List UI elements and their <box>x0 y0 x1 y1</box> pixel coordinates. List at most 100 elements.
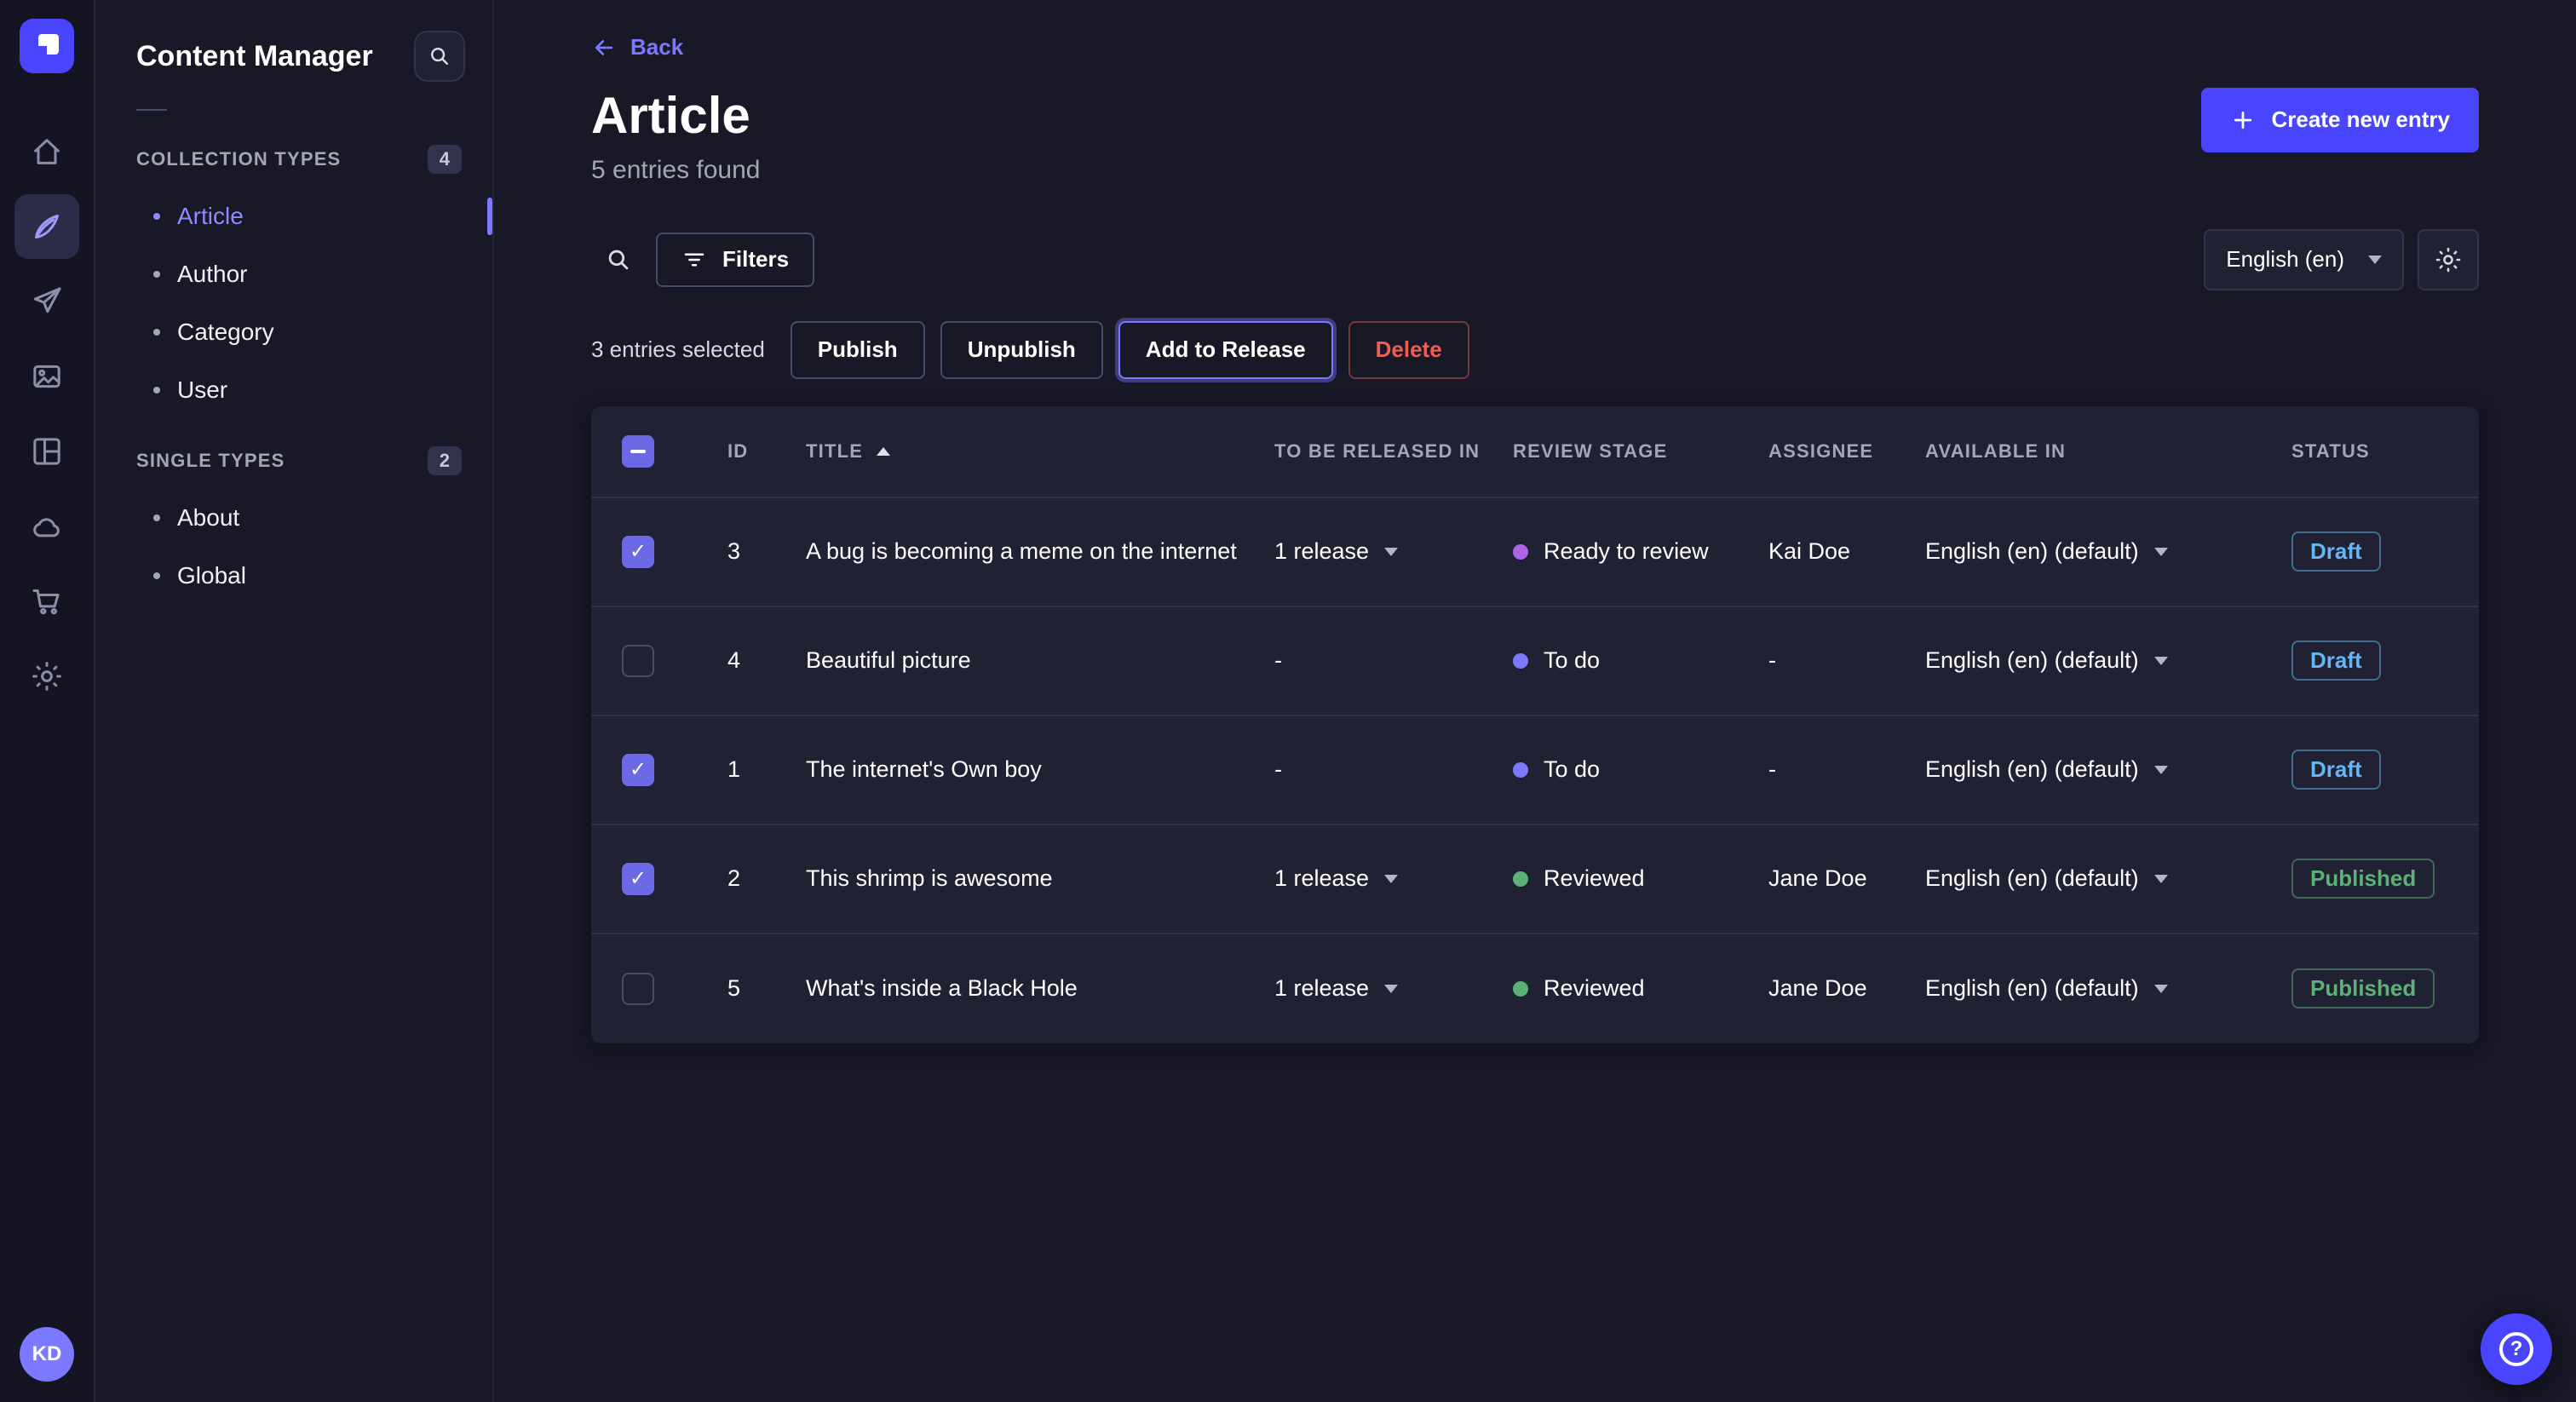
sidebar-item-global[interactable]: Global <box>95 547 492 605</box>
chevron-down-icon <box>2154 875 2168 883</box>
search-button[interactable] <box>591 233 646 287</box>
column-header-available-in[interactable]: AVAILABLE IN <box>1925 440 2291 463</box>
sidebar-item-article[interactable]: Article <box>95 187 492 245</box>
releases-icon[interactable] <box>14 269 79 334</box>
entry-id: 4 <box>727 647 806 674</box>
home-icon[interactable] <box>14 119 79 184</box>
chevron-down-icon <box>1384 548 1398 556</box>
status-badge: Published <box>2291 968 2435 1008</box>
stage-label: Reviewed <box>1544 865 1645 892</box>
select-all-checkbox[interactable] <box>622 435 654 468</box>
selection-count: 3 entries selected <box>591 336 765 363</box>
content-manager-icon[interactable] <box>14 194 79 259</box>
table-row: 3 A bug is becoming a meme on the intern… <box>591 498 2479 607</box>
bullet-icon <box>153 572 160 579</box>
table-row: 1 The internet's Own boy - To do - Engli… <box>591 716 2479 825</box>
add-to-release-button[interactable]: Add to Release <box>1118 321 1333 379</box>
stage-dot <box>1513 981 1528 997</box>
row-checkbox[interactable] <box>622 973 654 1005</box>
filters-button[interactable]: Filters <box>656 233 814 287</box>
row-checkbox[interactable] <box>622 863 654 895</box>
gear-icon <box>2434 245 2463 274</box>
sidebar-item-about[interactable]: About <box>95 489 492 547</box>
sidebar-sections: COLLECTION TYPES 4 Article Author Catego… <box>95 118 492 605</box>
publish-button[interactable]: Publish <box>791 321 925 379</box>
entry-id: 3 <box>727 538 806 565</box>
strapi-logo[interactable] <box>20 19 74 73</box>
locale-dropdown[interactable]: English (en) (default) <box>1925 975 2291 1002</box>
table-row: 5 What's inside a Black Hole 1 release R… <box>591 934 2479 1043</box>
assignee: Jane Doe <box>1768 975 1925 1002</box>
entry-id: 2 <box>727 865 806 892</box>
media-library-icon[interactable] <box>14 344 79 409</box>
back-link[interactable]: Back <box>591 34 683 60</box>
sidebar-item-user[interactable]: User <box>95 361 492 419</box>
sidebar-title: Content Manager <box>136 40 373 73</box>
stage-label: Ready to review <box>1544 538 1709 565</box>
column-header-id[interactable]: ID <box>727 440 806 463</box>
column-header-title[interactable]: TITLE <box>806 440 1274 463</box>
cloud-deploy-icon[interactable] <box>14 494 79 559</box>
bullet-icon <box>153 514 160 521</box>
sidebar-section: COLLECTION TYPES 4 Article Author Catego… <box>95 145 492 419</box>
status-badge: Draft <box>2291 750 2381 790</box>
chevron-down-icon <box>2154 657 2168 665</box>
entry-id: 1 <box>727 756 806 783</box>
marketplace-cart-icon[interactable] <box>14 569 79 634</box>
locale-dropdown[interactable]: English (en) (default) <box>1925 756 2291 783</box>
column-header-review-stage[interactable]: REVIEW STAGE <box>1513 440 1768 463</box>
chevron-down-icon <box>2154 766 2168 774</box>
unpublish-button[interactable]: Unpublish <box>940 321 1103 379</box>
delete-button[interactable]: Delete <box>1348 321 1469 379</box>
entry-title[interactable]: This shrimp is awesome <box>806 865 1274 892</box>
row-checkbox[interactable] <box>622 536 654 568</box>
main-content: Back Article 5 entries found Create new … <box>494 0 2576 1402</box>
row-checkbox[interactable] <box>622 645 654 677</box>
stage-label: To do <box>1544 647 1600 674</box>
stage-label: To do <box>1544 756 1600 783</box>
release-dropdown: - <box>1274 756 1513 783</box>
chevron-down-icon <box>2154 548 2168 556</box>
bullet-icon <box>153 271 160 278</box>
table-body: 3 A bug is becoming a meme on the intern… <box>591 498 2479 1043</box>
chevron-down-icon <box>1384 985 1398 993</box>
assignee: - <box>1768 647 1925 674</box>
column-header-status[interactable]: STATUS <box>2291 440 2469 463</box>
view-settings-button[interactable] <box>2418 229 2479 290</box>
column-header-to-be-released-in[interactable]: TO BE RELEASED IN <box>1274 440 1513 463</box>
release-dropdown[interactable]: 1 release <box>1274 865 1513 892</box>
filter-icon <box>681 247 707 273</box>
bullet-icon <box>153 329 160 336</box>
help-fab-button[interactable]: ? <box>2481 1313 2552 1385</box>
create-new-entry-button[interactable]: Create new entry <box>2201 88 2479 152</box>
stage-dot <box>1513 871 1528 887</box>
settings-gear-icon[interactable] <box>14 644 79 709</box>
status-badge: Draft <box>2291 531 2381 572</box>
release-dropdown[interactable]: 1 release <box>1274 975 1513 1002</box>
release-dropdown[interactable]: 1 release <box>1274 538 1513 565</box>
entry-title[interactable]: Beautiful picture <box>806 647 1274 674</box>
table-row: 4 Beautiful picture - To do - English (e… <box>591 607 2479 716</box>
row-checkbox[interactable] <box>622 754 654 786</box>
user-avatar[interactable]: KD <box>20 1327 74 1382</box>
entry-title[interactable]: The internet's Own boy <box>806 756 1274 783</box>
content-type-builder-icon[interactable] <box>14 419 79 484</box>
entry-title[interactable]: A bug is becoming a meme on the internet <box>806 538 1274 565</box>
entry-title[interactable]: What's inside a Black Hole <box>806 975 1274 1002</box>
stage-dot <box>1513 762 1528 778</box>
locale-dropdown[interactable]: English (en) (default) <box>1925 865 2291 892</box>
chevron-down-icon <box>2154 985 2168 993</box>
bullet-icon <box>153 387 160 394</box>
sidebar-item-category[interactable]: Category <box>95 303 492 361</box>
status-badge: Published <box>2291 859 2435 899</box>
content-manager-sidebar: Content Manager COLLECTION TYPES 4 Artic… <box>95 0 494 1402</box>
nav-rail: KD <box>0 0 95 1402</box>
locale-dropdown[interactable]: English (en) (default) <box>1925 647 2291 674</box>
status-badge: Draft <box>2291 641 2381 681</box>
sidebar-search-button[interactable] <box>414 31 465 82</box>
column-header-assignee[interactable]: ASSIGNEE <box>1768 440 1925 463</box>
locale-dropdown[interactable]: English (en) (default) <box>1925 538 2291 565</box>
locale-selector[interactable]: English (en) <box>2204 229 2404 290</box>
sidebar-item-author[interactable]: Author <box>95 245 492 303</box>
assignee: Jane Doe <box>1768 865 1925 892</box>
